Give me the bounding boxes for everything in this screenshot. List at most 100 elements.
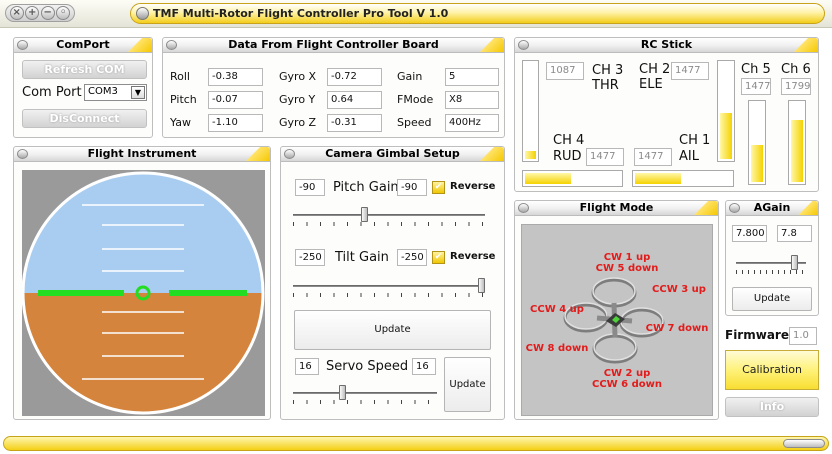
disconnect-button[interactable]: DisConnect <box>22 109 147 128</box>
gyro-x-value: -0.72 <box>327 68 382 86</box>
ch5-name: Ch 5 <box>741 62 771 77</box>
ch2-elevator-bar <box>717 60 735 162</box>
attitude-indicator <box>21 170 265 416</box>
tilt-slider-thumb[interactable] <box>478 278 485 293</box>
servo-speed-slider[interactable] <box>293 384 439 406</box>
pitch-label: Pitch <box>170 93 197 106</box>
gain-label: Gain <box>397 70 423 83</box>
rc-stick-panel: RC Stick 1087 CH 3 THR CH 2 ELE 1477 CH … <box>514 37 819 192</box>
servo-update-button[interactable]: Update <box>444 357 491 412</box>
servo-slider-ticks <box>293 400 437 404</box>
ch5-bar <box>748 100 766 185</box>
ch4-name: CH 4 <box>553 133 585 148</box>
window-title: TMF Multi-Rotor Flight Controller Pro To… <box>153 7 449 20</box>
fmode-label: FMode <box>397 93 434 106</box>
again-right-value[interactable]: 7.8 <box>777 225 812 242</box>
fc-data-title: Data From Flight Controller Board <box>228 38 439 51</box>
pitch-reverse-label: Reverse <box>450 181 496 192</box>
servo-speed-label: Servo Speed <box>326 359 409 374</box>
firmware-label: Firmware <box>725 328 789 342</box>
bottom-bar <box>3 436 829 451</box>
pitch-value: -0.07 <box>208 91 263 109</box>
ccw3-label: CCW 3 up <box>652 284 706 295</box>
again-slider-ticks <box>736 270 806 274</box>
checkmark-icon: ✔ <box>434 182 443 192</box>
cw5-label: CW 5 down <box>595 263 659 274</box>
gyro-z-label: Gyro Z <box>279 116 317 129</box>
pitch-slider-thumb[interactable] <box>361 207 368 222</box>
tilt-reverse-checkbox[interactable]: ✔ <box>432 251 445 264</box>
servo-slider-track <box>293 392 437 394</box>
ch3-value: 1087 <box>546 62 584 80</box>
tilt-gain-slider[interactable] <box>293 277 487 299</box>
servo-speed-left-value[interactable]: 16 <box>295 358 319 375</box>
yaw-value: -1.10 <box>208 114 263 132</box>
ch1-fill <box>635 173 681 184</box>
ch3-function: THR <box>592 78 619 93</box>
comport-header: ComPort <box>14 38 152 53</box>
bottom-bar-knob[interactable] <box>783 439 825 448</box>
ch6-value: 1799 <box>781 78 811 95</box>
fc-data-panel: Data From Flight Controller Board Roll -… <box>162 37 505 138</box>
ch3-throttle-bar <box>522 60 539 162</box>
refresh-com-button[interactable]: Refresh COM <box>22 60 147 79</box>
gimbal-update-button[interactable]: Update <box>294 310 491 350</box>
servo-slider-thumb[interactable] <box>339 385 346 400</box>
com-port-select[interactable]: COM3 ▼ <box>84 84 147 101</box>
window-controls: × + − ◦ <box>5 4 75 22</box>
tilt-gain-right-value[interactable]: -250 <box>397 249 427 266</box>
roll-label: Roll <box>170 70 190 83</box>
pitch-gain-label: Pitch Gain <box>333 180 399 195</box>
again-left-value[interactable]: 7.800 <box>732 225 767 242</box>
again-slider-thumb[interactable] <box>791 255 798 270</box>
tilt-gain-left-value[interactable]: -250 <box>295 249 325 266</box>
cw1-label: CW 1 up <box>603 252 651 263</box>
ch2-fill <box>720 113 732 159</box>
pitch-gain-right-value[interactable]: -90 <box>397 179 427 196</box>
info-button[interactable]: Info <box>725 397 819 417</box>
yaw-label: Yaw <box>170 116 191 129</box>
again-slider[interactable] <box>736 254 808 274</box>
ch2-value: 1477 <box>671 62 709 80</box>
ch4-function: RUD <box>553 149 582 164</box>
ch6-name: Ch 6 <box>781 62 811 77</box>
ch1-name: CH 1 <box>679 133 711 148</box>
restore-icon[interactable]: ◦ <box>56 6 71 20</box>
speed-label: Speed <box>397 116 432 129</box>
gyro-y-value: 0.64 <box>327 91 382 109</box>
pitch-slider-track <box>293 214 485 216</box>
pitch-gain-left-value[interactable]: -90 <box>295 179 325 196</box>
ch4-rudder-bar <box>522 170 623 187</box>
minimize-icon[interactable]: − <box>40 6 55 20</box>
ch6-bar <box>788 100 806 185</box>
rc-stick-title: RC Stick <box>640 38 693 51</box>
flight-mode-header: Flight Mode <box>515 201 718 216</box>
com-port-label: Com Port <box>22 85 82 100</box>
ch6-fill <box>791 119 803 182</box>
close-icon[interactable]: × <box>9 6 24 20</box>
gain-value: 5 <box>445 68 499 86</box>
calibration-button[interactable]: Calibration <box>725 350 819 390</box>
pitch-reverse-checkbox[interactable]: ✔ <box>432 181 445 194</box>
ch1-value: 1477 <box>634 148 672 166</box>
ch5-fill <box>751 144 763 182</box>
flight-instrument-panel: Flight Instrument <box>13 146 271 420</box>
cw7-label: CW 7 down <box>645 323 709 334</box>
servo-speed-right-value[interactable]: 16 <box>412 358 436 375</box>
tilt-gain-label: Tilt Gain <box>335 250 389 265</box>
fmode-value: X8 <box>445 91 499 109</box>
fc-data-header: Data From Flight Controller Board <box>163 38 504 53</box>
flight-instrument-title: Flight Instrument <box>87 147 197 160</box>
tilt-reverse-label: Reverse <box>450 251 496 262</box>
comport-panel: ComPort Refresh COM Com Port COM3 ▼ DisC… <box>13 37 153 138</box>
dropdown-arrow-icon[interactable]: ▼ <box>131 86 145 99</box>
ch2-function: ELE <box>639 77 663 92</box>
flight-mode-diagram: CW 1 up CW 5 down CCW 3 up CW 7 down CCW… <box>521 224 713 416</box>
title-pill: TMF Multi-Rotor Flight Controller Pro To… <box>130 3 825 24</box>
again-update-button[interactable]: Update <box>732 287 812 311</box>
pitch-gain-slider[interactable] <box>293 206 485 228</box>
maximize-icon[interactable]: + <box>25 6 40 20</box>
ccw4-label: CCW 4 up <box>530 304 584 315</box>
app-icon <box>136 7 149 20</box>
ch1-function: AIL <box>679 149 699 164</box>
